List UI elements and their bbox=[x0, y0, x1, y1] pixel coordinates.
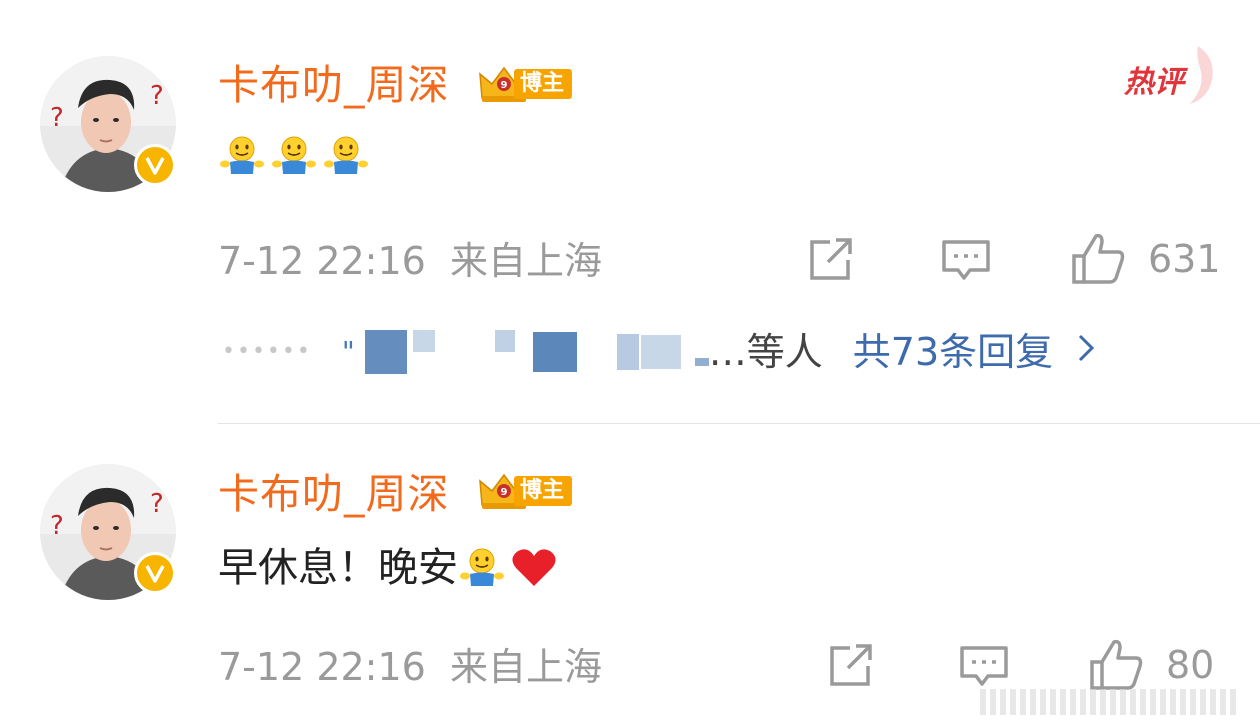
thumbs-up-icon bbox=[1072, 233, 1125, 284]
svg-text:9: 9 bbox=[501, 487, 508, 498]
username[interactable]: 卡布叻_周深 bbox=[218, 469, 450, 519]
like-button[interactable]: 631 bbox=[1070, 230, 1221, 288]
comment-time: 7-12 22:16 bbox=[218, 239, 426, 283]
watermark bbox=[980, 689, 1240, 715]
verified-v-icon bbox=[134, 144, 176, 186]
comment-time: 7-12 22:16 bbox=[218, 645, 426, 689]
hug-emoji-icon bbox=[218, 132, 266, 180]
hug-emoji-icon bbox=[458, 544, 506, 592]
author-badge-label: 博主 bbox=[514, 476, 573, 506]
red-heart-icon bbox=[512, 549, 556, 586]
hug-emoji-icon bbox=[270, 132, 318, 180]
comment-text: 早休息！晚安 bbox=[218, 545, 458, 591]
svg-text:9: 9 bbox=[501, 80, 508, 91]
share-icon bbox=[810, 238, 852, 280]
username[interactable]: 卡布叻_周深 bbox=[218, 60, 450, 110]
avatar[interactable] bbox=[40, 464, 176, 600]
thumbs-up-icon bbox=[1090, 639, 1143, 690]
comment-location: 来自上海 bbox=[449, 239, 602, 283]
author-badge-label: 博主 bbox=[514, 69, 573, 99]
reply-button[interactable] bbox=[940, 236, 992, 284]
share-button[interactable] bbox=[806, 236, 858, 284]
comment-content: 早休息！晚安 bbox=[218, 542, 562, 594]
chevron-right-icon bbox=[1077, 326, 1095, 378]
verified-v-icon bbox=[134, 552, 176, 594]
hug-emoji-icon bbox=[322, 132, 370, 180]
like-button[interactable]: 80 bbox=[1088, 636, 1214, 694]
avatar[interactable] bbox=[40, 56, 176, 192]
like-count: 631 bbox=[1148, 237, 1221, 281]
comment-item: 卡布叻_周深 9 博主 热评 7-12 22:16 来自上海 631 •••••… bbox=[0, 0, 1260, 424]
comment-icon bbox=[960, 646, 1008, 686]
reply-button[interactable] bbox=[958, 642, 1010, 690]
comment-item: 卡布叻_周深 9 博主 早休息！晚安 7-12 22:16 来自上海 80 bbox=[0, 424, 1260, 723]
share-button[interactable] bbox=[826, 642, 878, 690]
share-icon bbox=[830, 644, 872, 686]
dots-separator: •••••• bbox=[222, 339, 312, 364]
blurred-name bbox=[532, 332, 577, 372]
like-count: 80 bbox=[1166, 643, 1215, 687]
view-replies-link[interactable]: 共73条回复 bbox=[853, 326, 1053, 378]
hot-comment-badge: 热评 bbox=[1120, 40, 1220, 110]
reply-people-suffix: …等人 bbox=[708, 330, 823, 374]
comment-icon bbox=[942, 240, 990, 280]
comment-meta: 7-12 22:16 来自上海 bbox=[218, 642, 602, 692]
hot-comment-label: 热评 bbox=[1123, 65, 1189, 100]
author-badge: 9 博主 bbox=[476, 62, 573, 106]
blurred-name bbox=[364, 330, 407, 374]
comment-location: 来自上海 bbox=[449, 645, 602, 689]
reply-preview[interactable]: •••••• " …等人 共73条回复 bbox=[222, 326, 1095, 378]
author-badge: 9 博主 bbox=[476, 469, 573, 513]
comment-content bbox=[218, 132, 374, 180]
comment-meta: 7-12 22:16 来自上海 bbox=[218, 236, 602, 286]
